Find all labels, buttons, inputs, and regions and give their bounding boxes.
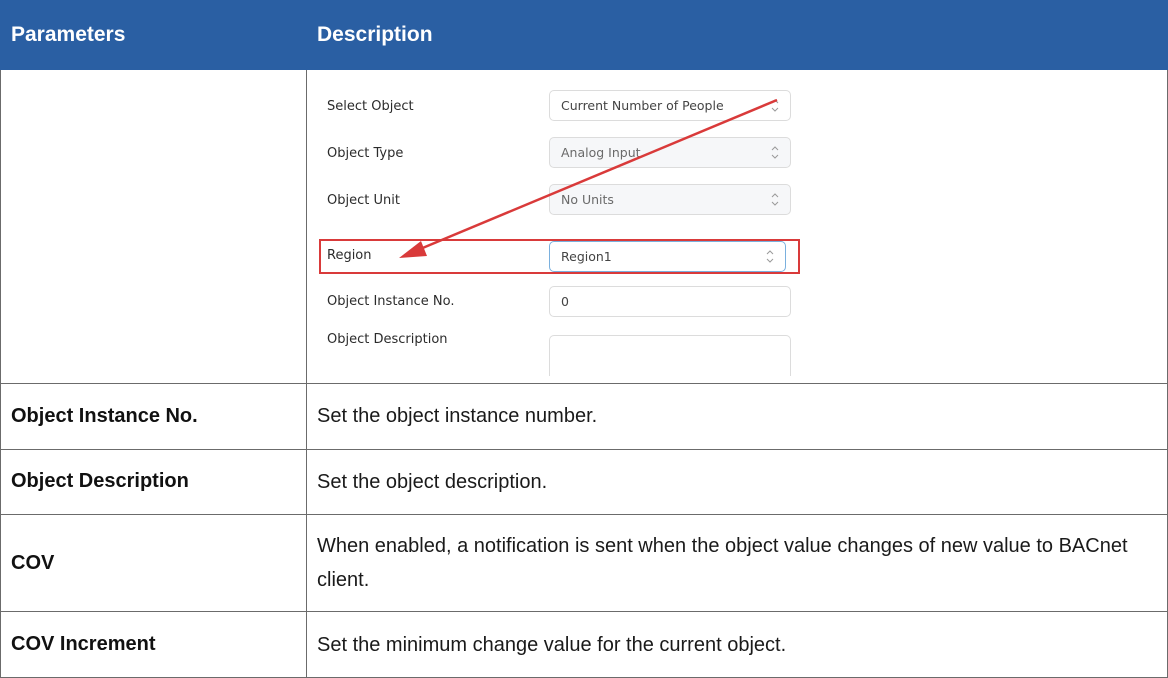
parameters-table: Parameters Description Select Object Cur…	[0, 0, 1168, 678]
table-header-row: Parameters Description	[0, 0, 1168, 70]
table-row: COV Increment Set the minimum change val…	[0, 611, 1168, 678]
annotation-arrow-icon	[399, 98, 778, 258]
embedded-screenshot: Select Object Current Number of People O…	[307, 70, 1167, 376]
screenshot-cell: Select Object Current Number of People O…	[306, 68, 1168, 385]
description-cell: Set the minimum change value for the cur…	[306, 611, 1168, 678]
parameter-cell: Object Instance No.	[0, 383, 307, 450]
empty-parameter-cell	[0, 68, 307, 385]
header-description: Description	[306, 0, 1168, 70]
description-cell: Set the object instance number.	[306, 383, 1168, 450]
description-cell: When enabled, a notification is sent whe…	[306, 514, 1168, 613]
table-row: Object Instance No. Set the object insta…	[0, 383, 1168, 450]
parameter-cell: COV Increment	[0, 611, 307, 678]
parameter-cell: COV	[0, 514, 307, 613]
description-cell: Set the object description.	[306, 448, 1168, 516]
header-parameters: Parameters	[0, 0, 307, 70]
table-row: COV When enabled, a notification is sent…	[0, 514, 1168, 613]
table-row: Object Description Set the object descri…	[0, 448, 1168, 516]
table-row-screenshot: Select Object Current Number of People O…	[0, 68, 1168, 385]
parameter-cell: Object Description	[0, 448, 307, 516]
